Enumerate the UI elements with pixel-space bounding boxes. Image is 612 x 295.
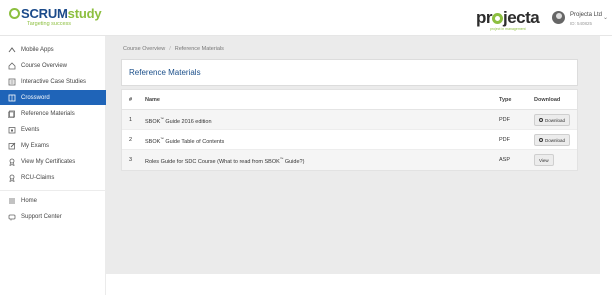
- row-type: PDF: [499, 117, 510, 123]
- sidebar-divider: [0, 190, 106, 191]
- table-row: 2 SBOK™ Guide Table of Contents PDF Down…: [122, 130, 577, 150]
- sidebar-item-course-overview[interactable]: Course Overview: [0, 58, 106, 73]
- brand-text-end: jecta: [503, 8, 540, 27]
- row-type: PDF: [499, 137, 510, 143]
- sidebar-item-support-center[interactable]: Support Center: [0, 209, 106, 224]
- scrumstudy-logo[interactable]: SCRUMstudy Targeting success: [9, 6, 102, 28]
- row-name-start: Roles Guide for SDC Course (What to read…: [145, 158, 280, 165]
- breadcrumb-reference-materials: Reference Materials: [174, 46, 224, 52]
- user-name[interactable]: Projecta Ltd: [570, 12, 602, 18]
- row-number: 3: [129, 157, 133, 163]
- row-name: SBOK™ Guide Table of Contents: [145, 137, 224, 145]
- row-name-end: Guide 2016 edition: [163, 118, 212, 125]
- list-icon: [8, 197, 16, 205]
- logo-study-text: study: [67, 6, 102, 21]
- row-number: 2: [129, 137, 133, 143]
- breadcrumb-course-overview[interactable]: Course Overview: [123, 46, 165, 52]
- support-icon: [8, 213, 16, 221]
- column-header-name: Name: [145, 97, 160, 103]
- logo-wordmark: SCRUMstudy: [9, 6, 102, 21]
- row-type: ASP: [499, 157, 511, 163]
- sidebar-item-label: Interactive Case Studies: [21, 78, 87, 85]
- logo-scrum-text: SCRUM: [21, 6, 68, 21]
- breadcrumb: Course Overview / Reference Materials: [123, 46, 224, 52]
- sidebar: Mobile Apps Course Overview Interactive …: [0, 36, 106, 295]
- sidebar-item-label: My Exams: [21, 142, 50, 149]
- sidebar-item-mobile-apps[interactable]: Mobile Apps: [0, 42, 106, 57]
- row-number: 1: [129, 117, 133, 123]
- case-icon: [8, 78, 16, 86]
- view-button-label: View: [539, 157, 549, 163]
- right-gutter: [600, 36, 612, 295]
- download-button[interactable]: Download: [534, 134, 571, 146]
- column-header-download: Download: [534, 97, 561, 103]
- sidebar-item-label: Events: [21, 126, 40, 133]
- ribbon-icon: [8, 174, 16, 182]
- user-id: ID: 540825: [570, 21, 593, 26]
- sidebar-item-label: Support Center: [21, 213, 62, 220]
- ribbon-icon: [8, 158, 16, 166]
- reference-materials-table: # Name Type Download 1 SBOK™ Guide 2016 …: [121, 89, 578, 171]
- breadcrumb-separator: /: [169, 46, 171, 52]
- page-title: Reference Materials: [129, 68, 201, 77]
- sidebar-item-certificates[interactable]: View My Certificates: [0, 154, 106, 169]
- projecta-logo: pr jecta: [476, 8, 540, 27]
- sidebar-item-label: Home: [21, 197, 38, 204]
- crossword-icon: [8, 94, 16, 102]
- row-name: Roles Guide for SDC Course (What to read…: [145, 157, 304, 165]
- home-outline-icon: [8, 61, 16, 70]
- column-header-type: Type: [499, 97, 512, 103]
- mobile-icon: [8, 46, 16, 54]
- sidebar-item-label: Course Overview: [21, 62, 68, 69]
- document-icon: [8, 110, 16, 118]
- table-row: 1 SBOK™ Guide 2016 edition PDF Download: [122, 110, 577, 130]
- row-name-end: Guide?): [283, 158, 305, 165]
- top-bar: SCRUMstudy Targeting success pr jecta pro…: [0, 0, 612, 36]
- brand-o-icon: [492, 13, 503, 24]
- brand-subtitle: project in management: [490, 27, 526, 31]
- column-header-number: #: [129, 97, 133, 103]
- download-icon: [539, 118, 543, 122]
- sidebar-item-case-studies[interactable]: Interactive Case Studies: [0, 74, 106, 89]
- table-body: 1 SBOK™ Guide 2016 edition PDF Download …: [122, 110, 577, 170]
- table-header: # Name Type Download: [122, 90, 577, 110]
- sidebar-item-label: RCU-Claims: [21, 174, 55, 181]
- main-content: Course Overview / Reference Materials Refe…: [106, 36, 600, 274]
- sidebar-item-events[interactable]: Events: [0, 122, 106, 137]
- view-button[interactable]: View: [534, 154, 554, 166]
- sidebar-item-home[interactable]: Home: [0, 193, 106, 208]
- download-button-label: Download: [545, 117, 566, 123]
- row-name-start: SBOK: [145, 118, 161, 125]
- check-circle-icon: [9, 8, 20, 19]
- logo-tagline: Targeting success: [27, 21, 72, 27]
- sidebar-item-crossword[interactable]: Crossword: [0, 90, 106, 105]
- row-name: SBOK™ Guide 2016 edition: [145, 117, 212, 125]
- download-icon: [539, 138, 543, 142]
- brand-text-start: pr: [476, 8, 493, 27]
- download-button-label: Download: [545, 137, 566, 143]
- page-title-card: Reference Materials: [121, 59, 578, 86]
- sidebar-item-label: View My Certificates: [21, 158, 76, 165]
- chevron-down-icon[interactable]: ⌄: [603, 14, 608, 21]
- sidebar-item-rcu-claims[interactable]: RCU-Claims: [0, 170, 106, 185]
- download-button[interactable]: Download: [534, 114, 571, 126]
- calendar-icon: [8, 126, 16, 134]
- sidebar-item-label: Mobile Apps: [21, 46, 54, 53]
- sidebar-item-label: Crossword: [21, 94, 50, 101]
- avatar[interactable]: [552, 11, 565, 24]
- sidebar-item-label: Reference Materials: [21, 110, 75, 117]
- sidebar-item-reference-materials[interactable]: Reference Materials: [0, 106, 106, 121]
- edit-icon: [8, 142, 16, 150]
- sidebar-item-my-exams[interactable]: My Exams: [0, 138, 106, 153]
- row-name-start: SBOK: [145, 138, 161, 145]
- row-name-end: Guide Table of Contents: [163, 138, 225, 145]
- table-row: 3 Roles Guide for SDC Course (What to re…: [122, 150, 577, 170]
